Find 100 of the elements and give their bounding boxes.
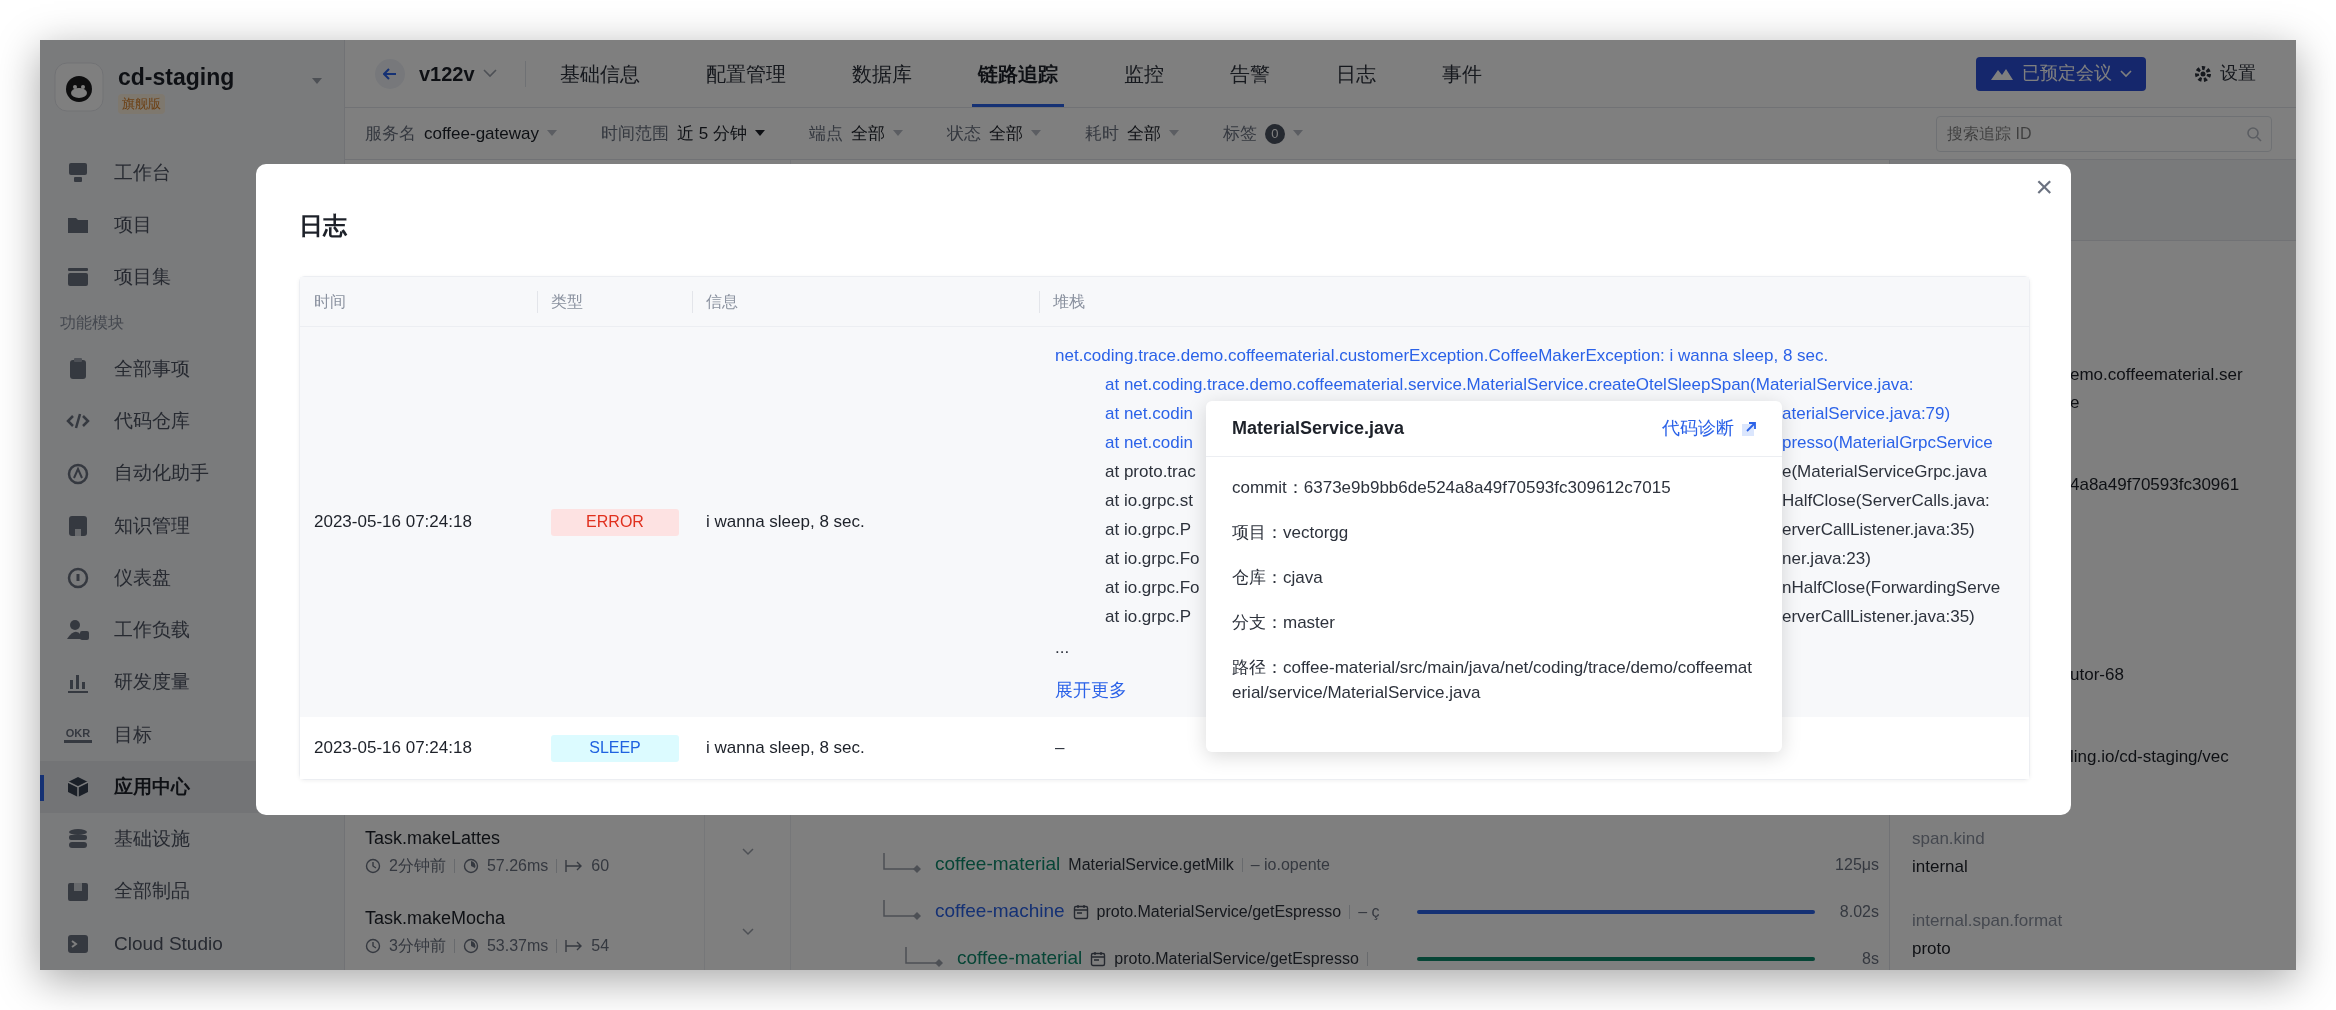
filter-dropdown[interactable]: 耗时 全部: [1084, 120, 1179, 147]
attribute-value: proto: [1911, 938, 1952, 960]
log-message: i wanna sleep, 8 sec.: [706, 737, 865, 760]
nav-tab[interactable]: 事件: [1435, 40, 1488, 107]
chevron-down-icon: [741, 928, 754, 936]
stack-line: e(MaterialServiceGrpc.java: [1782, 461, 1987, 483]
span-duration: 125μs: [1834, 854, 1879, 875]
log-message: i wanna sleep, 8 sec.: [706, 511, 865, 534]
sidebar-item[interactable]: 研发度量: [40, 656, 328, 709]
stack-empty: –: [1055, 737, 1065, 760]
settings-button[interactable]: 设置: [2194, 60, 2256, 87]
chevron-down-icon: [482, 69, 497, 78]
popover-field: 项目：vectorgg: [1232, 520, 1756, 545]
logo-icon: [54, 62, 104, 112]
service-name[interactable]: coffee-material: [935, 850, 1061, 879]
operation-name: proto.MaterialService/getEspresso: [1114, 948, 1359, 969]
sidebar-item[interactable]: 自动化助手: [40, 447, 328, 500]
span-detail: – ç: [1358, 901, 1380, 922]
column-header: 类型: [550, 291, 583, 312]
service-name[interactable]: coffee-material: [957, 944, 1083, 970]
stack-line: erverCallListener.java:35): [1782, 606, 1975, 628]
org-name: cd-staging: [118, 63, 236, 92]
external-link-icon: [1742, 421, 1756, 436]
stopwatch-icon: [462, 858, 479, 874]
meeting-button[interactable]: 已预定会议: [1976, 56, 2146, 91]
sidebar-item[interactable]: 全部制品: [40, 865, 328, 918]
stopwatch-icon: [462, 938, 479, 954]
filter-dropdown[interactable]: 服务名 coffee-gateway: [365, 120, 557, 147]
sidebar-item[interactable]: 工作负载: [40, 604, 328, 657]
column-header: 时间: [313, 291, 346, 312]
stack-line: at io.grpc.P: [1104, 519, 1192, 541]
expand-more-link[interactable]: 展开更多: [1055, 676, 1127, 705]
log-time: 2023-05-16 07:24:18: [314, 737, 472, 760]
nav-tab[interactable]: 数据库: [845, 40, 918, 107]
version-selector[interactable]: v122v: [419, 58, 497, 89]
calendar-icon: [1072, 903, 1089, 920]
user-icon: [64, 618, 92, 643]
span-duration: 8.02s: [1838, 901, 1879, 922]
filter-dropdown[interactable]: 状态 全部: [946, 120, 1041, 147]
popover-field: 仓库：cjava: [1232, 565, 1756, 590]
span-count: 54: [591, 936, 610, 956]
log-time: 2023-05-16 07:24:18: [314, 511, 472, 534]
count-badge: 0: [1264, 123, 1285, 144]
stack-line: erverCallListener.java:35): [1782, 519, 1975, 541]
span-count-icon: [565, 939, 584, 953]
span-duration: 8s: [1861, 948, 1879, 969]
stack-link[interactable]: at net.coding.trace.demo.coffeematerial.service.MaterialService.createOtelSleepSpan(MaterialService.java:: [1105, 375, 1914, 394]
filter-dropdown[interactable]: 标签 0: [1222, 120, 1303, 147]
attribute-value: ling.io/cd-staging/vec: [2069, 746, 2230, 768]
settings-icon: [2194, 64, 2212, 83]
caret-down-icon: [310, 76, 324, 86]
popover-field: 路径：coffee-material/src/main/java/net/coding/trace/demo/coffeematerial/service/MaterialService.java: [1232, 655, 1756, 705]
chevron-down-icon: [2120, 69, 2132, 78]
arrow-left-icon: [383, 67, 397, 80]
service-name[interactable]: coffee-machine: [935, 897, 1065, 926]
log-type-badge: ERROR: [551, 508, 679, 536]
stack-link[interactable]: at net.codin: [1055, 428, 1206, 457]
stack-line: at io.grpc.st: [1104, 490, 1194, 512]
code-diagnosis-link[interactable]: 代码诊断: [1662, 415, 1756, 442]
stack-link[interactable]: net.coding.trace.demo.coffeematerial.customerException.CoffeeMakerException: i wanna sleep, 8 sec.: [1055, 341, 2029, 370]
stack-link[interactable]: at net.codin: [1055, 399, 1206, 428]
close-button[interactable]: ×: [2031, 172, 2057, 202]
chevron-down-icon: [741, 848, 754, 856]
sidebar-item[interactable]: 代码仓库: [40, 395, 328, 448]
trace-name: Task.makeMocha: [365, 907, 507, 930]
sidebar-item[interactable]: Cloud Studio: [40, 917, 328, 970]
filter-dropdown[interactable]: 时间范围 近 5 分钟: [601, 120, 765, 147]
nav-tab[interactable]: 日志: [1329, 40, 1382, 107]
sidebar-item[interactable]: 基础设施: [40, 813, 328, 866]
stack-line: nHalfClose(ForwardingServe: [1782, 577, 2001, 599]
stack-line: ner.java:23): [1782, 548, 1871, 570]
sidebar-item[interactable]: 全部事项: [40, 342, 328, 396]
calendar-icon: [1090, 950, 1107, 967]
log-type-badge: SLEEP: [551, 734, 679, 762]
attribute-key: span.kind: [1890, 825, 2296, 853]
trace-item[interactable]: Task.makeMocha 3分钟前 53.37ms 54: [345, 892, 705, 970]
search-icon: [2246, 125, 2262, 142]
operation-name: MaterialService.getMilk: [1068, 854, 1234, 875]
stack-line: at io.grpc.P: [1104, 606, 1192, 628]
nav-tab[interactable]: 告警: [1223, 40, 1276, 107]
search-field[interactable]: 搜索追踪 ID: [1936, 115, 2272, 152]
column-header: 信息: [705, 291, 738, 312]
attribute-value: internal: [1911, 856, 1969, 878]
filter-dropdown[interactable]: 端点 全部: [808, 120, 903, 147]
nav-tab[interactable]: 配置管理: [699, 40, 792, 107]
stack-link[interactable]: presso(MaterialGrpcService: [1782, 428, 1993, 457]
stack-link[interactable]: aterialService.java:79): [1782, 399, 1951, 428]
back-button[interactable]: [375, 58, 405, 89]
nav-tab[interactable]: 监控: [1117, 40, 1170, 107]
trace-age: 2分钟前: [389, 856, 446, 876]
attribute-value: utor-68: [2069, 664, 2125, 686]
popover-field: commit：6373e9b9bb6de524a8a49f70593fc309612c7015: [1232, 475, 1756, 500]
nav-tab[interactable]: 基础信息: [553, 40, 646, 107]
dialog-title: 日志: [299, 211, 348, 241]
sidebar-item[interactable]: 仪表盘: [40, 551, 328, 605]
span-detail: – io.opente: [1250, 854, 1330, 875]
attribute-key: internal.span.format: [1890, 907, 2296, 935]
span-count: 60: [591, 856, 610, 876]
trace-age: 3分钟前: [389, 936, 446, 956]
sidebar-item[interactable]: 工作台: [40, 146, 328, 200]
